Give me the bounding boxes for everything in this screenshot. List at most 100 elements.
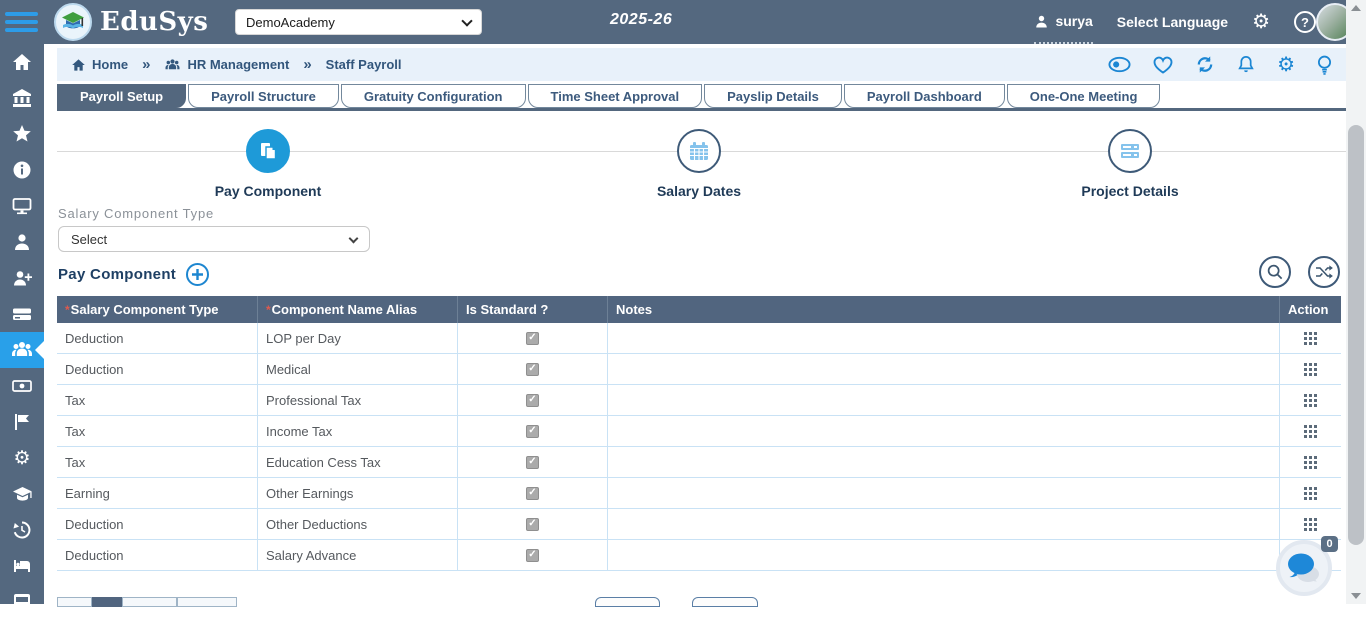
col-is-standard[interactable]: Is Standard ? bbox=[458, 296, 608, 323]
drag-grid-icon[interactable] bbox=[1304, 332, 1317, 345]
cell-alias: Other Earnings bbox=[258, 478, 458, 508]
step-pay-component-button[interactable] bbox=[246, 129, 290, 173]
tab-gratuity-configuration[interactable]: Gratuity Configuration bbox=[341, 84, 526, 108]
plus-icon bbox=[191, 268, 204, 281]
standard-checkbox[interactable]: ✓ bbox=[526, 518, 539, 531]
standard-checkbox[interactable]: ✓ bbox=[526, 425, 539, 438]
standard-checkbox[interactable]: ✓ bbox=[526, 332, 539, 345]
pagination[interactable] bbox=[57, 597, 237, 607]
scroll-down-arrow[interactable] bbox=[1351, 593, 1361, 599]
select-language-link[interactable]: Select Language bbox=[1117, 14, 1228, 30]
star-icon bbox=[12, 124, 32, 144]
step-project-details-button[interactable] bbox=[1108, 129, 1152, 173]
component-type-select[interactable]: Select bbox=[58, 226, 370, 252]
drag-grid-icon[interactable] bbox=[1304, 487, 1317, 500]
scroll-up-arrow[interactable] bbox=[1351, 5, 1361, 11]
tab-payslip-details[interactable]: Payslip Details bbox=[704, 84, 842, 108]
notifications-bell-icon[interactable] bbox=[1237, 55, 1255, 74]
search-button[interactable] bbox=[1259, 256, 1291, 288]
active-item-notch bbox=[35, 341, 44, 359]
settings-gear-icon[interactable]: ⚙ bbox=[1277, 55, 1295, 75]
favorites-heart-icon[interactable] bbox=[1153, 56, 1173, 74]
cell-alias: LOP per Day bbox=[258, 323, 458, 353]
cell-is-standard: ✓ bbox=[458, 354, 608, 384]
breadcrumb-separator: » bbox=[142, 56, 150, 73]
scroll-thumb[interactable] bbox=[1348, 125, 1364, 545]
breadcrumb-hr-management[interactable]: HR Management bbox=[164, 57, 289, 72]
sidebar-item-history[interactable] bbox=[0, 512, 44, 548]
col-component-name-alias[interactable]: *Component Name Alias bbox=[258, 296, 458, 323]
username: surya bbox=[1055, 13, 1092, 29]
sidebar-item-star[interactable] bbox=[0, 116, 44, 152]
col-action[interactable]: Action bbox=[1280, 296, 1341, 323]
cell-notes bbox=[608, 323, 1280, 353]
sidebar-item-institution[interactable] bbox=[0, 80, 44, 116]
graduation-cap-icon bbox=[12, 484, 33, 504]
shuffle-icon bbox=[1315, 264, 1333, 280]
search-icon bbox=[1266, 263, 1284, 281]
add-pay-component-button[interactable] bbox=[186, 263, 209, 286]
tab-time-sheet-approval[interactable]: Time Sheet Approval bbox=[528, 84, 703, 108]
standard-checkbox[interactable]: ✓ bbox=[526, 363, 539, 376]
app-logo[interactable]: EduSys bbox=[54, 3, 208, 41]
drag-grid-icon[interactable] bbox=[1304, 518, 1317, 531]
sidebar-item-academics[interactable] bbox=[0, 476, 44, 512]
drag-grid-icon[interactable] bbox=[1304, 394, 1317, 407]
step-salary-dates: Salary Dates bbox=[619, 129, 779, 199]
sidebar-item-admission[interactable] bbox=[0, 260, 44, 296]
academy-select-value: DemoAcademy bbox=[246, 15, 335, 30]
standard-checkbox[interactable]: ✓ bbox=[526, 487, 539, 500]
user-menu[interactable]: surya bbox=[1034, 0, 1092, 44]
sidebar-item-hostel[interactable] bbox=[0, 548, 44, 584]
menu-hamburger-icon[interactable] bbox=[5, 12, 38, 36]
sidebar-item-hr[interactable] bbox=[0, 332, 44, 368]
col-notes[interactable]: Notes bbox=[608, 296, 1280, 323]
standard-checkbox[interactable]: ✓ bbox=[526, 456, 539, 469]
step-salary-dates-button[interactable] bbox=[677, 129, 721, 173]
sidebar-item-finance[interactable] bbox=[0, 368, 44, 404]
cell-type: Tax bbox=[57, 416, 258, 446]
help-icon[interactable]: ? bbox=[1294, 11, 1316, 33]
standard-checkbox[interactable]: ✓ bbox=[526, 394, 539, 407]
standard-checkbox[interactable]: ✓ bbox=[526, 549, 539, 562]
cell-action bbox=[1280, 509, 1341, 539]
tab-one-one-meeting[interactable]: One-One Meeting bbox=[1007, 84, 1161, 108]
sidebar-item-flag[interactable] bbox=[0, 404, 44, 440]
academy-select[interactable]: DemoAcademy bbox=[235, 9, 482, 35]
chat-widget[interactable]: 0 bbox=[1276, 536, 1338, 598]
sidebar-item-info[interactable] bbox=[0, 152, 44, 188]
drag-grid-icon[interactable] bbox=[1304, 456, 1317, 469]
home-icon bbox=[12, 52, 32, 72]
sidebar-item-settings[interactable]: ⚙ bbox=[0, 440, 44, 476]
vertical-scrollbar[interactable] bbox=[1346, 0, 1366, 604]
save-button[interactable] bbox=[595, 597, 660, 607]
tab-payroll-structure[interactable]: Payroll Structure bbox=[188, 84, 339, 108]
sidebar-item-home[interactable] bbox=[0, 44, 44, 80]
cell-notes bbox=[608, 478, 1280, 508]
sidebar-item-transport[interactable] bbox=[0, 584, 44, 620]
breadcrumb-home[interactable]: Home bbox=[71, 57, 128, 72]
card-icon bbox=[12, 304, 32, 324]
home-icon bbox=[71, 58, 86, 72]
sidebar-item-student[interactable] bbox=[0, 224, 44, 260]
tips-lightbulb-icon[interactable] bbox=[1317, 55, 1332, 75]
sidebar-item-monitor[interactable] bbox=[0, 188, 44, 224]
drag-grid-icon[interactable] bbox=[1304, 363, 1317, 376]
table-row: DeductionOther Deductions✓ bbox=[57, 509, 1341, 540]
toggle-icon[interactable] bbox=[1108, 56, 1131, 73]
settings-gear-icon[interactable]: ⚙ bbox=[1252, 12, 1270, 32]
sidebar-item-card[interactable] bbox=[0, 296, 44, 332]
refresh-icon[interactable] bbox=[1195, 55, 1215, 74]
tab-payroll-setup[interactable]: Payroll Setup bbox=[57, 84, 186, 108]
cell-type: Deduction bbox=[57, 354, 258, 384]
users-group-icon bbox=[164, 58, 181, 72]
shuffle-button[interactable] bbox=[1308, 256, 1340, 288]
drag-grid-icon[interactable] bbox=[1304, 425, 1317, 438]
tab-payroll-dashboard[interactable]: Payroll Dashboard bbox=[844, 84, 1005, 108]
chat-bubble-icon bbox=[1286, 552, 1322, 584]
cancel-button[interactable] bbox=[692, 597, 758, 607]
col-salary-component-type[interactable]: *Salary Component Type bbox=[57, 296, 258, 323]
component-type-label: Salary Component Type bbox=[58, 206, 214, 221]
person-plus-icon bbox=[12, 268, 32, 288]
cell-alias: Income Tax bbox=[258, 416, 458, 446]
